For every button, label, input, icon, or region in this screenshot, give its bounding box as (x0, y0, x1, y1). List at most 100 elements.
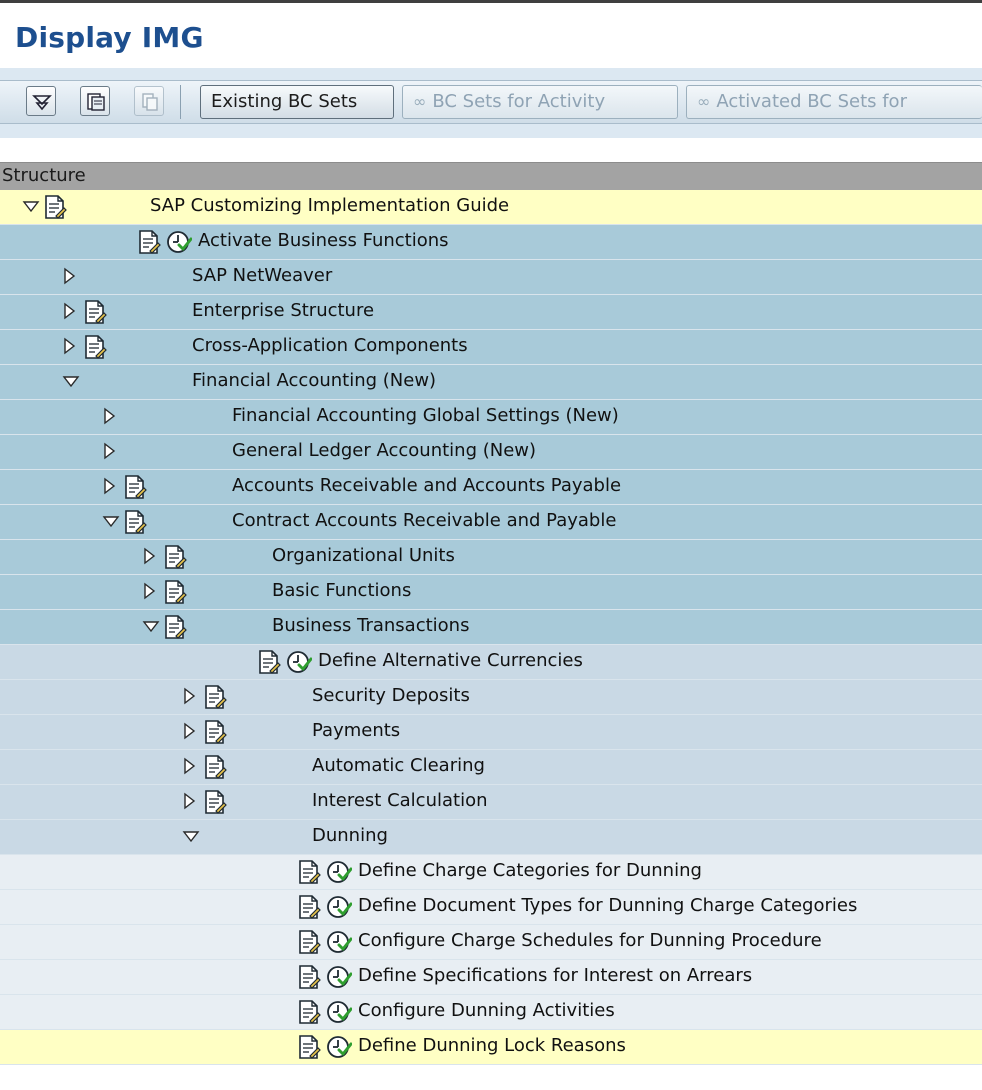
documentation-icon[interactable] (162, 544, 188, 570)
tree-node-label: Contract Accounts Receivable and Payable (232, 510, 617, 531)
tree-node-label: Dunning (312, 825, 388, 846)
spacer (0, 138, 982, 162)
tree-node-organizational-units[interactable]: Organizational Units (0, 540, 982, 575)
tree-node-label: Organizational Units (272, 545, 455, 566)
title-bar: Display IMG (0, 0, 982, 68)
tree-node-sap-customizing-implementation-guide[interactable]: SAP Customizing Implementation Guide (0, 190, 982, 225)
tree-node-label: Define Alternative Currencies (318, 650, 583, 671)
collapsed-arrow-icon[interactable] (62, 302, 78, 320)
collapsed-arrow-icon[interactable] (102, 442, 118, 460)
collapsed-arrow-icon[interactable] (62, 337, 78, 355)
collapsed-arrow-icon[interactable] (142, 547, 158, 565)
execute-activity-icon[interactable] (326, 964, 353, 990)
tree-node-financial-accounting-new[interactable]: Financial Accounting (New) (0, 365, 982, 400)
documentation-icon[interactable] (162, 579, 188, 605)
tree-node-label: Financial Accounting Global Settings (Ne… (232, 405, 619, 426)
tree-node-activate-business-functions[interactable]: Activate Business Functions (0, 225, 982, 260)
documentation-icon[interactable] (202, 719, 228, 745)
existing-bc-sets-button[interactable]: Existing BC Sets (200, 85, 394, 119)
documentation-icon[interactable] (136, 229, 162, 255)
collapsed-arrow-icon[interactable] (182, 757, 198, 775)
execute-activity-icon[interactable] (326, 1034, 353, 1060)
collapsed-arrow-icon[interactable] (182, 687, 198, 705)
tree-node-label: SAP NetWeaver (192, 265, 333, 286)
collapsed-arrow-icon[interactable] (182, 722, 198, 740)
tree-node-accounts-receivable-and-accounts-payable[interactable]: Accounts Receivable and Accounts Payable (0, 470, 982, 505)
tree-node-label: Define Document Types for Dunning Charge… (358, 895, 858, 916)
tree-node-payments[interactable]: Payments (0, 715, 982, 750)
documentation-icon[interactable] (122, 474, 148, 500)
tree-node-label: Financial Accounting (New) (192, 370, 437, 391)
tree-node-label: Activate Business Functions (198, 230, 449, 251)
tree-node-label: Define Dunning Lock Reasons (358, 1035, 626, 1056)
execute-activity-icon[interactable] (326, 859, 353, 885)
documentation-icon[interactable] (296, 859, 322, 885)
tree-node-configure-charge-schedules-for-dunning-procedure[interactable]: Configure Charge Schedules for Dunning P… (0, 925, 982, 960)
documentation-icon[interactable] (42, 194, 68, 220)
tree-node-label: Business Transactions (272, 615, 470, 636)
bc-set-glasses-icon: ∞ (413, 92, 427, 111)
existing-bc-sets-label: Existing BC Sets (211, 91, 358, 112)
tree-node-sap-netweaver[interactable]: SAP NetWeaver (0, 260, 982, 295)
expanded-arrow-icon[interactable] (62, 374, 80, 392)
tree-node-label: SAP Customizing Implementation Guide (150, 195, 510, 216)
tree-node-label: Define Charge Categories for Dunning (358, 860, 702, 881)
tree-node-enterprise-structure[interactable]: Enterprise Structure (0, 295, 982, 330)
tree-node-dunning[interactable]: Dunning (0, 820, 982, 855)
documentation-icon[interactable] (82, 299, 108, 325)
tree-node-label: Interest Calculation (312, 790, 488, 811)
execute-activity-icon[interactable] (326, 999, 353, 1025)
documentation-icon[interactable] (256, 649, 282, 675)
tree-node-financial-accounting-global-settings-new[interactable]: Financial Accounting Global Settings (Ne… (0, 400, 982, 435)
collapsed-arrow-icon[interactable] (62, 267, 78, 285)
execute-activity-icon[interactable] (286, 649, 313, 675)
tree-node-label: Payments (312, 720, 401, 741)
tree-node-automatic-clearing[interactable]: Automatic Clearing (0, 750, 982, 785)
documentation-icon[interactable] (296, 1034, 322, 1060)
tree-node-configure-dunning-activities[interactable]: Configure Dunning Activities (0, 995, 982, 1030)
documentation-icon[interactable] (202, 789, 228, 815)
structure-column-header: Structure (2, 165, 86, 186)
expand-subtree-icon[interactable] (26, 86, 56, 116)
expanded-arrow-icon[interactable] (22, 199, 40, 217)
documentation-icon[interactable] (296, 964, 322, 990)
documentation-icon[interactable] (202, 754, 228, 780)
documentation-icon[interactable] (162, 614, 188, 640)
collapsed-arrow-icon[interactable] (102, 477, 118, 495)
tree-node-basic-functions[interactable]: Basic Functions (0, 575, 982, 610)
expanded-arrow-icon[interactable] (102, 514, 120, 532)
copy-icon (134, 86, 164, 116)
tree-node-interest-calculation[interactable]: Interest Calculation (0, 785, 982, 820)
tree-node-general-ledger-accounting-new[interactable]: General Ledger Accounting (New) (0, 435, 982, 470)
tree-node-cross-application-components[interactable]: Cross-Application Components (0, 330, 982, 365)
documentation-icon[interactable] (296, 894, 322, 920)
document-icon[interactable] (80, 86, 110, 116)
expanded-arrow-icon[interactable] (182, 829, 200, 847)
documentation-icon[interactable] (296, 929, 322, 955)
tree-node-define-alternative-currencies[interactable]: Define Alternative Currencies (0, 645, 982, 680)
tree-node-define-dunning-lock-reasons[interactable]: Define Dunning Lock Reasons (0, 1030, 982, 1065)
documentation-icon[interactable] (122, 509, 148, 535)
documentation-icon[interactable] (82, 334, 108, 360)
collapsed-arrow-icon[interactable] (182, 792, 198, 810)
tree-node-security-deposits[interactable]: Security Deposits (0, 680, 982, 715)
documentation-icon[interactable] (202, 684, 228, 710)
documentation-icon[interactable] (296, 999, 322, 1025)
tree-node-define-specifications-for-interest-on-arrears[interactable]: Define Specifications for Interest on Ar… (0, 960, 982, 995)
tree-node-label: Configure Dunning Activities (358, 1000, 615, 1021)
toolbar-separator (180, 85, 181, 119)
collapsed-arrow-icon[interactable] (102, 407, 118, 425)
bc-set-glasses-icon: ∞ (697, 92, 711, 111)
tree-node-define-charge-categories-for-dunning[interactable]: Define Charge Categories for Dunning (0, 855, 982, 890)
tree-node-contract-accounts-receivable-and-payable[interactable]: Contract Accounts Receivable and Payable (0, 505, 982, 540)
execute-activity-icon[interactable] (326, 894, 353, 920)
tree-node-business-transactions[interactable]: Business Transactions (0, 610, 982, 645)
expanded-arrow-icon[interactable] (142, 619, 160, 637)
tree-node-label: Security Deposits (312, 685, 470, 706)
tree-node-label: Enterprise Structure (192, 300, 375, 321)
execute-activity-icon[interactable] (326, 929, 353, 955)
tree-node-define-document-types-for-dunning-charge-categories[interactable]: Define Document Types for Dunning Charge… (0, 890, 982, 925)
collapsed-arrow-icon[interactable] (142, 582, 158, 600)
execute-activity-icon[interactable] (166, 229, 193, 255)
tree-node-label: Basic Functions (272, 580, 412, 601)
